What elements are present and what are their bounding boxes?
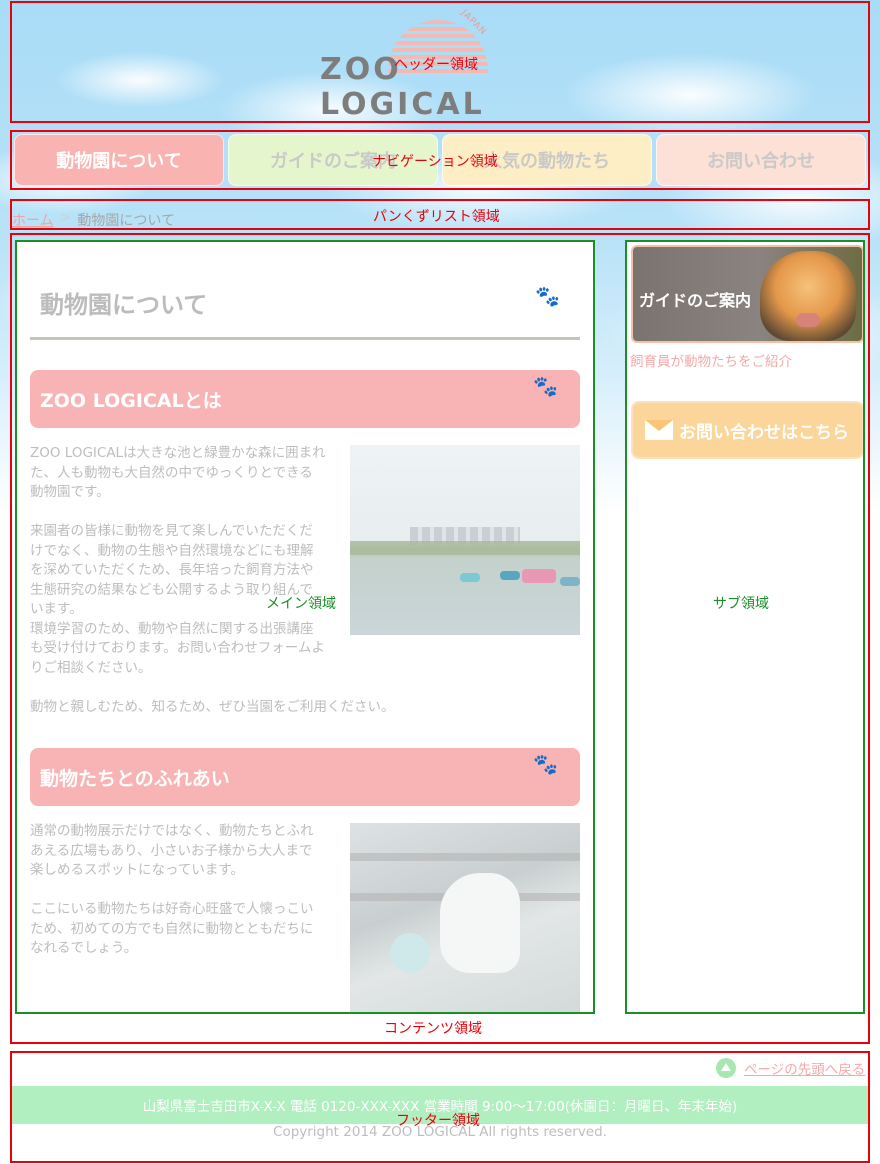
main-region-label: メイン領域 xyxy=(266,596,336,612)
paw-icon: 🐾 xyxy=(533,752,558,776)
breadcrumb-separator: > xyxy=(59,210,72,226)
photo-goat xyxy=(440,873,520,973)
page-top-link[interactable]: ページの先頭へ戻る xyxy=(716,1058,865,1078)
guide-banner-text: ガイドのご案内 xyxy=(639,291,752,310)
swan-boat xyxy=(522,569,556,583)
nav-item-contact[interactable]: お問い合わせ xyxy=(656,134,866,186)
section-heading-text: ZOO LOGICALとは xyxy=(40,390,222,412)
section-body-about: ZOO LOGICALは大きな池と緑豊かな森に囲まれた、人も動物も大自然の中でゆ… xyxy=(30,445,326,676)
mail-icon xyxy=(645,420,673,440)
nav-item-about[interactable]: 動物園について xyxy=(14,134,224,186)
swan-boat xyxy=(560,577,580,586)
breadcrumb-region-label: パンくずリスト領域 xyxy=(373,209,500,225)
swan-boat xyxy=(460,573,480,582)
guide-banner[interactable]: ガイドのご案内 xyxy=(631,245,864,343)
contact-button[interactable]: お問い合わせはこちら xyxy=(631,401,864,459)
header-region-label: ヘッダー領域 xyxy=(394,57,478,73)
section-heading-contact: 動物たちとのふれあい 🐾 xyxy=(30,748,580,806)
contents-region-label: コンテンツ領域 xyxy=(384,1021,482,1037)
arrow-up-icon xyxy=(716,1058,736,1078)
section-heading-text: 動物たちとのふれあい xyxy=(40,768,230,790)
tiger-mouth xyxy=(796,313,820,327)
photo-trees xyxy=(350,541,580,555)
goat-photo xyxy=(350,823,580,1013)
breadcrumb-home-link[interactable]: ホーム xyxy=(12,210,54,230)
swan-boat xyxy=(500,571,520,580)
nav-region-label: ナビゲーション領域 xyxy=(372,154,498,170)
page-top-text: ページの先頭へ戻る xyxy=(744,1062,866,1078)
footer-region-label: フッター領域 xyxy=(396,1113,480,1129)
section-heading-about: ZOO LOGICALとは 🐾 xyxy=(30,370,580,428)
contact-button-text: お問い合わせはこちら xyxy=(679,422,849,443)
section-body-about-closing: 動物と親しむため、知るため、ぜひ当園をご利用ください。 xyxy=(30,699,395,715)
sub-region-label: サブ領域 xyxy=(713,596,769,612)
breadcrumb-current: 動物園について xyxy=(77,213,175,229)
breadcrumb: ホーム > 動物園について xyxy=(12,210,175,230)
tiger-image xyxy=(760,251,856,341)
guide-caption-link[interactable]: 飼育員が動物たちをご紹介 xyxy=(630,350,792,370)
photo-fence xyxy=(350,853,580,861)
photo-hand xyxy=(390,933,430,973)
lake-photo xyxy=(350,445,580,635)
page-title-text: 動物園について xyxy=(40,291,208,319)
paw-icon: 🐾 xyxy=(535,284,560,308)
page-title: 動物園について 🐾 xyxy=(30,282,580,340)
section-body-contact: 通常の動物展示だけではなく、動物たちとふれあえる広場もあり、小さいお子様から大人… xyxy=(30,823,314,956)
paw-icon: 🐾 xyxy=(533,374,558,398)
